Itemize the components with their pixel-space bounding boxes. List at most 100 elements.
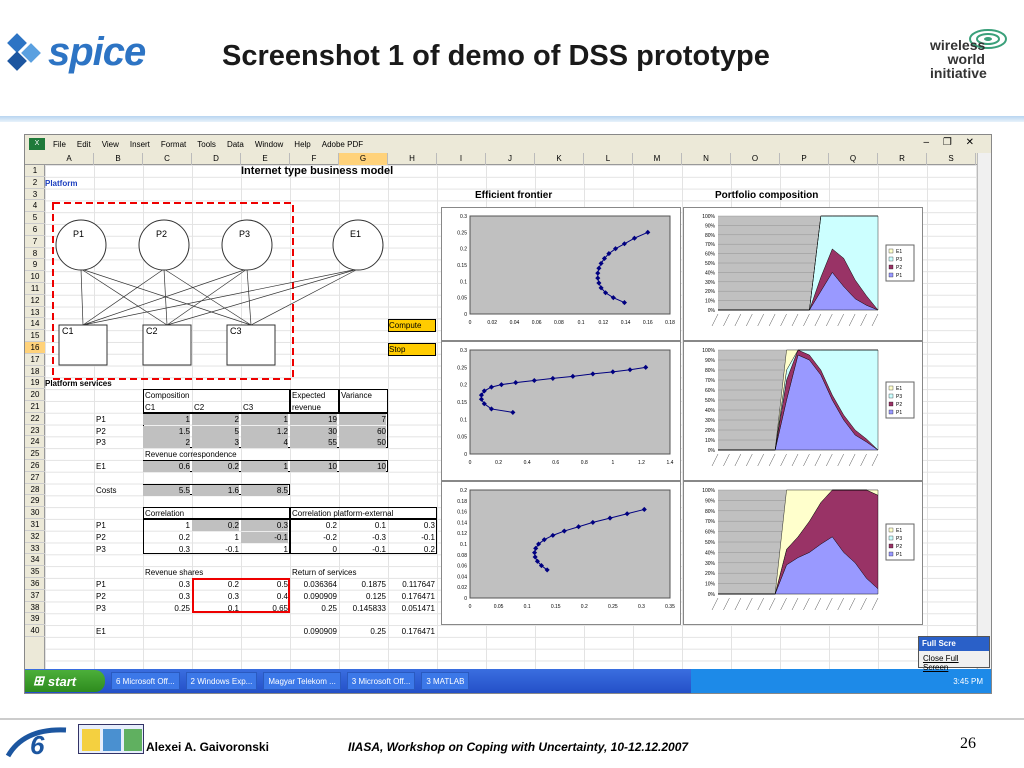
column-header[interactable]: O [731, 153, 780, 165]
close-icon[interactable]: ✕ [966, 137, 974, 148]
return-value[interactable]: 0.125 [339, 591, 386, 602]
row-header[interactable]: 37 [25, 590, 45, 602]
menu-insert[interactable]: Insert [130, 140, 150, 149]
correlation-value[interactable]: 1 [192, 532, 239, 543]
excel-icon[interactable]: X [29, 138, 45, 150]
return-value[interactable]: 0.036364 [290, 579, 337, 590]
row-header[interactable]: 30 [25, 507, 45, 519]
row-header[interactable]: 14 [25, 318, 45, 331]
efficient-frontier-title[interactable]: Efficient frontier [475, 190, 620, 201]
row-header[interactable]: 23 [25, 425, 45, 437]
return-value[interactable]: 0.090909 [290, 591, 337, 602]
restore-icon[interactable]: ❐ [943, 137, 952, 148]
correlation-external-value[interactable]: 0.3 [388, 520, 435, 531]
row-header[interactable]: 12 [25, 295, 45, 307]
column-header[interactable]: F [290, 153, 339, 165]
correlation-value[interactable]: 0.3 [241, 520, 288, 531]
row-header[interactable]: 7 [25, 236, 45, 248]
row-header[interactable]: 29 [25, 495, 45, 508]
correlation-label[interactable]: Correlation [145, 508, 241, 519]
column-header[interactable]: E [241, 153, 290, 165]
column-header[interactable]: Q [829, 153, 878, 165]
revenue-share-value[interactable]: 0.3 [143, 591, 190, 602]
menu-file[interactable]: File [53, 140, 66, 149]
revenue-correspondence-label[interactable]: Revenue correspondence [145, 449, 290, 460]
fullscreen-title[interactable]: Full Scre [919, 637, 989, 651]
row-header[interactable]: 27 [25, 472, 45, 484]
correlation-value[interactable]: 0.3 [143, 544, 190, 555]
e1-variance-value[interactable]: 10 [339, 461, 386, 472]
platform-label[interactable]: Platform [45, 178, 141, 189]
minimize-icon[interactable]: – [924, 137, 930, 148]
composition-value[interactable]: 1.2 [241, 425, 288, 437]
e1-return-value[interactable]: 0.090909 [290, 626, 337, 637]
composition-row-label[interactable]: P1 [96, 414, 143, 425]
composition-value[interactable]: 4 [241, 437, 288, 449]
row-header[interactable]: 32 [25, 531, 45, 543]
e1-row-label[interactable]: E1 [96, 461, 143, 472]
row-header[interactable]: 13 [25, 307, 45, 319]
correlation-external-value[interactable]: 0.2 [388, 544, 435, 555]
sheet-title[interactable]: Internet type business model [241, 166, 435, 177]
row-header[interactable]: 20 [25, 389, 45, 401]
column-header[interactable]: B [94, 153, 143, 165]
column-header[interactable]: K [535, 153, 584, 165]
row-header[interactable]: 26 [25, 460, 45, 472]
close-full-screen-button[interactable]: Close Full Screen [919, 651, 989, 675]
variance-value[interactable]: 7 [339, 413, 386, 425]
column-header[interactable]: R [878, 153, 927, 165]
column-header[interactable]: P [780, 153, 829, 165]
row-header[interactable]: 10 [25, 271, 45, 283]
revenue-share-value[interactable]: 0.3 [143, 579, 190, 590]
correlation-value[interactable]: 0.2 [143, 532, 190, 543]
column-header[interactable]: M [633, 153, 682, 165]
row-header[interactable]: 11 [25, 283, 45, 295]
expected-revenue-value[interactable]: 19 [290, 413, 337, 425]
platform-services-label[interactable]: Platform services [45, 378, 190, 389]
task-matlab[interactable]: 3 MATLAB [421, 672, 470, 690]
composition-column-label[interactable]: C2 [194, 402, 241, 413]
menu-data[interactable]: Data [227, 140, 244, 149]
row-header[interactable]: 19 [25, 377, 45, 390]
composition-row-label[interactable]: P3 [96, 437, 143, 448]
correlation-external-value[interactable]: -0.2 [290, 532, 337, 543]
e1-return-value[interactable]: 0.25 [339, 626, 386, 637]
row-header[interactable]: 9 [25, 259, 45, 272]
row-header[interactable]: 3 [25, 189, 45, 201]
correlation-value[interactable]: -0.1 [192, 544, 239, 555]
variance-value[interactable]: 50 [339, 437, 386, 449]
start-button[interactable]: ⊞ start [25, 670, 105, 692]
return-value[interactable]: 0.25 [290, 603, 337, 614]
task-microsoft-office-3[interactable]: 3 Microsoft Off... [346, 672, 416, 690]
row-header[interactable]: 31 [25, 519, 45, 531]
variance-value[interactable]: 60 [339, 425, 386, 437]
row-header[interactable]: 1 [25, 165, 45, 177]
correlation-value[interactable]: -0.1 [241, 531, 288, 543]
row-header[interactable]: 16 [25, 342, 45, 354]
cost-value[interactable]: 8.5 [241, 484, 288, 496]
expected-label[interactable]: Expected [292, 390, 339, 401]
task-windows-explorer[interactable]: 2 Windows Exp... [185, 672, 258, 690]
correlation-value[interactable]: 1 [241, 544, 288, 555]
row-header[interactable]: 2 [25, 177, 45, 189]
menu-view[interactable]: View [102, 140, 119, 149]
column-header[interactable]: I [437, 153, 486, 165]
row-header[interactable]: 5 [25, 212, 45, 224]
return-value[interactable]: 0.145833 [339, 603, 386, 614]
column-header[interactable]: A [45, 153, 94, 165]
e1-return-value[interactable]: 0.176471 [388, 626, 435, 637]
expected-revenue-value[interactable]: 55 [290, 437, 337, 449]
menu-help[interactable]: Help [294, 140, 310, 149]
row-header[interactable]: 18 [25, 366, 45, 378]
composition-row-label[interactable]: P2 [96, 426, 143, 437]
e1-value[interactable]: 0.2 [192, 461, 239, 472]
row-header[interactable]: 38 [25, 602, 45, 614]
correlation-external-value[interactable]: -0.3 [339, 532, 386, 543]
column-header[interactable]: J [486, 153, 535, 165]
vertical-scrollbar[interactable] [977, 153, 991, 669]
column-header[interactable]: S [927, 153, 976, 165]
menu-window[interactable]: Window [255, 140, 283, 149]
cost-value[interactable]: 1.6 [192, 484, 239, 496]
return-of-services-label[interactable]: Return of services [292, 567, 388, 578]
menu-edit[interactable]: Edit [77, 140, 91, 149]
